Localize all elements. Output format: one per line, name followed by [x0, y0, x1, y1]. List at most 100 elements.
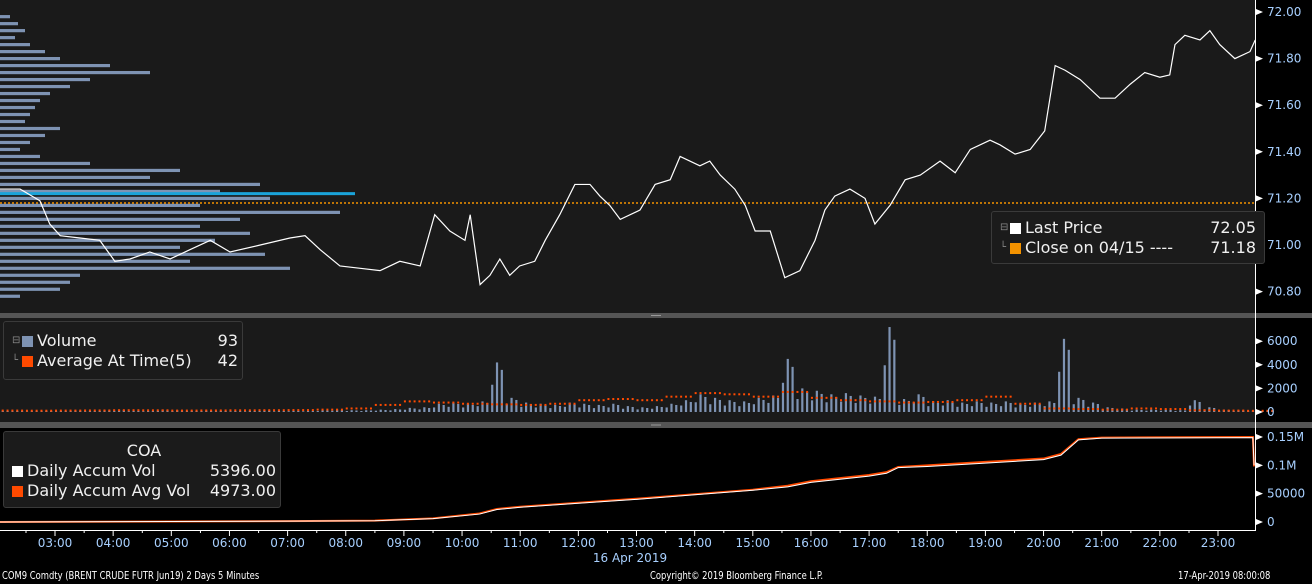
time-tick-label: 06:00: [212, 536, 247, 550]
volume-profile-bar: [0, 280, 70, 284]
volume-bar: [1004, 401, 1007, 412]
volume-bar: [941, 405, 944, 412]
average-dot: [1043, 407, 1046, 410]
volume-bar: [704, 396, 707, 412]
average-dot: [1058, 407, 1061, 410]
volume-profile-bar: [0, 119, 25, 124]
average-dot: [859, 399, 862, 402]
average-dot: [602, 399, 605, 402]
volume-bar: [1067, 349, 1070, 412]
average-dot: [355, 407, 358, 410]
security-description: COM9 Comdty (BRENT CRUDE FUTR Jun19) 2 D…: [2, 569, 260, 582]
copyright: Copyright© 2019 Bloomberg Finance L.P.: [650, 569, 824, 582]
time-tick-label: 16:00: [794, 536, 829, 550]
time-tick-label: 18:00: [910, 536, 945, 550]
volume-bar: [350, 410, 353, 412]
average-value: 42: [217, 351, 238, 370]
average-dot: [437, 401, 440, 404]
average-dot: [88, 409, 91, 412]
average-dot: [432, 401, 435, 404]
average-dot: [374, 403, 377, 406]
volume-bar: [670, 403, 673, 412]
volume-profile-bar: [0, 63, 110, 68]
average-dot: [219, 409, 222, 412]
volume-profile-bar: [0, 91, 50, 96]
average-dot: [263, 409, 266, 412]
average-dot: [709, 392, 712, 395]
accum-title: COA: [126, 441, 162, 460]
volume-bar: [345, 411, 348, 412]
y-tick-marker: [1256, 385, 1263, 392]
volume-bar: [951, 401, 954, 412]
average-label: Average At Time(5): [37, 351, 192, 370]
average-dot: [743, 393, 746, 396]
accum-tick-label: 0: [1267, 515, 1275, 529]
volume-bar: [558, 405, 562, 412]
time-tick-label: 19:00: [968, 536, 1003, 550]
average-dot: [103, 409, 106, 412]
average-dot: [520, 403, 523, 406]
volume-profile-bar: [0, 126, 60, 131]
average-dot: [1179, 408, 1182, 411]
y-tick-marker: [1256, 102, 1263, 109]
volume-bar: [680, 405, 683, 412]
average-dot: [423, 400, 426, 403]
average-dot: [961, 399, 964, 402]
average-dot: [849, 399, 852, 402]
volume-profile-bar: [0, 273, 80, 277]
volume-bar: [413, 408, 416, 412]
average-dot: [1014, 402, 1017, 405]
average-dot: [1169, 408, 1172, 411]
time-tick-label: 22:00: [1143, 536, 1178, 550]
average-dot: [297, 409, 300, 412]
average-dot: [224, 409, 227, 412]
average-dot: [59, 409, 62, 412]
average-dot: [907, 401, 910, 404]
average-dot: [16, 409, 19, 412]
average-dot: [781, 390, 784, 393]
average-dot: [772, 395, 775, 398]
volume-profile-bar: [0, 252, 265, 256]
average-dot: [699, 392, 702, 395]
average-dot: [1077, 408, 1080, 411]
price-tick-label: 72.00: [1267, 5, 1301, 19]
average-dot: [680, 395, 683, 398]
average-dot: [1004, 395, 1007, 398]
average-dot: [1237, 409, 1240, 412]
time-tick-label: 23:00: [1201, 536, 1236, 550]
volume-profile-bar: [0, 224, 200, 228]
average-dot: [515, 403, 518, 406]
volume-profile-bar: [0, 182, 260, 187]
average-dot: [747, 393, 750, 396]
average-dot: [733, 393, 736, 396]
volume-bar: [229, 411, 232, 412]
average-dot: [660, 399, 663, 402]
average-dot: [253, 409, 256, 412]
average-dot: [621, 398, 624, 401]
volume-bar: [394, 409, 397, 412]
volume-bar: [1024, 404, 1027, 412]
average-dot: [21, 409, 24, 412]
average-dot: [554, 402, 557, 405]
y-tick-marker: [1256, 519, 1263, 525]
volume-profile-bar: [0, 231, 250, 235]
average-dot: [990, 395, 993, 398]
average-dot: [558, 402, 561, 405]
price-tick-label: 71.40: [1267, 145, 1301, 159]
volume-bar: [849, 395, 852, 412]
volume-bar: [1174, 411, 1177, 412]
average-dot: [922, 401, 925, 404]
volume-bar: [844, 393, 848, 412]
average-dot: [1092, 408, 1095, 411]
volume-bar: [612, 403, 615, 412]
y-tick-marker: [1256, 55, 1263, 62]
average-dot: [636, 399, 639, 402]
y-tick-marker: [1256, 288, 1263, 295]
average-dot: [689, 395, 692, 398]
volume-profile-bar: [0, 266, 290, 270]
volume-bar: [936, 402, 940, 412]
volume-bar: [806, 391, 809, 412]
y-tick-marker: [1256, 462, 1263, 469]
average-dot: [810, 396, 813, 399]
average-dot: [452, 401, 455, 404]
